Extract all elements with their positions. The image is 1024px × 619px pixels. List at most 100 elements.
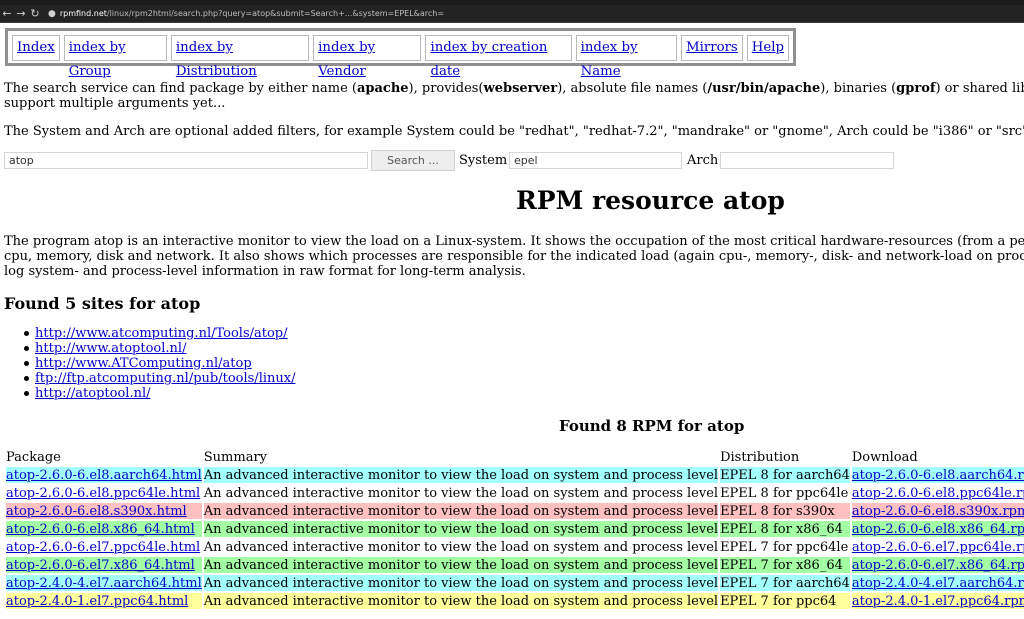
nav-link-index-by-group[interactable]: index by Group xyxy=(69,40,126,79)
summary-cell: An advanced interactive monitor to view … xyxy=(203,467,719,483)
download-cell: atop-2.6.0-6.el8.ppc64le.rpm xyxy=(851,485,1024,501)
distribution-cell: EPEL 7 for ppc64 xyxy=(720,593,850,609)
system-label: System xyxy=(459,153,508,168)
download-link[interactable]: atop-2.6.0-6.el8.x86_64.rpm xyxy=(852,522,1024,537)
package-cell: atop-2.6.0-6.el8.aarch64.html xyxy=(6,467,202,483)
system-input[interactable]: epel xyxy=(509,152,682,169)
download-link[interactable]: atop-2.6.0-6.el8.ppc64le.rpm xyxy=(852,486,1024,501)
download-cell: atop-2.4.0-1.el7.ppc64.rpm xyxy=(851,593,1024,609)
nav-link-index[interactable]: Index xyxy=(17,40,55,55)
nav-item: index by Group xyxy=(63,35,167,79)
help-example-binary: gprof xyxy=(896,81,936,96)
summary-cell: An advanced interactive monitor to view … xyxy=(203,575,719,591)
rpm-table-body: atop-2.6.0-6.el8.aarch64.html An advanced… xyxy=(6,467,1024,609)
page-title: RPM resource atop xyxy=(516,186,785,215)
nav-item: Help xyxy=(746,35,789,61)
download-link[interactable]: atop-2.4.0-1.el7.ppc64.rpm xyxy=(852,594,1024,609)
arch-input[interactable] xyxy=(720,152,894,169)
download-link[interactable]: atop-2.6.0-6.el8.s390x.rpm xyxy=(852,504,1024,519)
url-host: rpmfind.net xyxy=(59,9,107,18)
help-text-part: ), binaries ( xyxy=(820,81,897,96)
help-text-line2: support multiple arguments yet... xyxy=(4,96,226,111)
package-link[interactable]: atop-2.6.0-6.el8.aarch64.html xyxy=(6,468,202,483)
help-text-part: The search service can find package by e… xyxy=(4,81,357,96)
site-link[interactable]: http://www.atcomputing.nl/Tools/atop/ xyxy=(35,326,288,341)
distribution-cell: EPEL 8 for s390x xyxy=(720,503,850,519)
nav-link-mirrors[interactable]: Mirrors xyxy=(686,40,738,55)
rpm-table: Package Summary Distribution Download at… xyxy=(4,448,1024,611)
download-cell: atop-2.4.0-4.el7.aarch64.rpm xyxy=(851,575,1024,591)
sites-list: http://www.atcomputing.nl/Tools/atop/htt… xyxy=(0,326,295,401)
search-help-text: The search service can find package by e… xyxy=(4,81,1024,111)
site-navigation: Index index by Group index by Distribution… xyxy=(5,28,796,79)
list-item: http://www.atcomputing.nl/Tools/atop/ xyxy=(0,326,295,341)
nav-item: index by Name xyxy=(575,35,677,79)
site-link[interactable]: http://atoptool.nl/ xyxy=(35,386,150,401)
description-line: cpu, memory, disk and network. It also s… xyxy=(4,249,1024,264)
site-link[interactable]: ftp://ftp.atcomputing.nl/pub/tools/linux… xyxy=(35,371,295,386)
table-row: atop-2.6.0-6.el7.x86_64.html An advanced … xyxy=(6,557,1024,573)
distribution-cell: EPEL 7 for x86_64 xyxy=(720,557,850,573)
nav-link-index-by-name[interactable]: index by Name xyxy=(581,40,638,79)
rpm-heading: Found 8 RPM for atop xyxy=(559,417,745,435)
table-header-row: Package Summary Distribution Download xyxy=(6,450,1024,465)
nav-link-index-by-creation-date[interactable]: index by creation date xyxy=(430,40,547,79)
summary-cell: An advanced interactive monitor to view … xyxy=(203,503,719,519)
download-link[interactable]: atop-2.6.0-6.el7.x86_64.rpm xyxy=(852,558,1024,573)
package-link[interactable]: atop-2.4.0-4.el7.aarch64.html xyxy=(6,576,202,591)
package-cell: atop-2.4.0-1.el7.ppc64.html xyxy=(6,593,202,609)
list-item: http://www.ATComputing.nl/atop xyxy=(0,356,295,371)
reload-icon[interactable]: ↻ xyxy=(28,7,42,20)
summary-cell: An advanced interactive monitor to view … xyxy=(203,539,719,555)
summary-cell: An advanced interactive monitor to view … xyxy=(203,521,719,537)
help-text-part: ), absolute file names ( xyxy=(557,81,708,96)
back-arrow-icon[interactable]: ← xyxy=(0,7,14,20)
lock-icon: ● xyxy=(48,8,56,19)
nav-item: index by Distribution xyxy=(170,35,310,79)
package-link[interactable]: atop-2.6.0-6.el8.s390x.html xyxy=(6,504,187,519)
nav-link-index-by-distribution[interactable]: index by Distribution xyxy=(176,40,257,79)
help-example-provides: webserver xyxy=(483,81,558,96)
download-link[interactable]: atop-2.6.0-6.el7.ppc64le.rpm xyxy=(852,540,1024,555)
nav-list: Index index by Group index by Distribution… xyxy=(12,35,793,79)
package-link[interactable]: atop-2.6.0-6.el7.ppc64le.html xyxy=(6,540,200,555)
column-header-package: Package xyxy=(6,450,61,465)
description-line: log system- and process-level informatio… xyxy=(4,264,526,279)
table-row: atop-2.6.0-6.el8.ppc64le.html An advanced… xyxy=(6,485,1024,501)
download-cell: atop-2.6.0-6.el8.s390x.rpm xyxy=(851,503,1024,519)
distribution-cell: EPEL 7 for aarch64 xyxy=(720,575,850,591)
site-link[interactable]: http://www.atoptool.nl/ xyxy=(35,341,186,356)
address-bar[interactable]: rpmfind.net/linux/rpm2html/search.php?qu… xyxy=(60,9,444,18)
package-cell: atop-2.6.0-6.el8.ppc64le.html xyxy=(6,485,202,501)
forward-arrow-icon[interactable]: → xyxy=(14,7,28,20)
nav-item: index by creation date xyxy=(425,35,572,79)
package-link[interactable]: atop-2.6.0-6.el7.x86_64.html xyxy=(6,558,195,573)
package-cell: atop-2.6.0-6.el8.s390x.html xyxy=(6,503,202,519)
help-text-part: ) or shared libraries xyxy=(935,81,1024,96)
table-row: atop-2.6.0-6.el8.aarch64.html An advanced… xyxy=(6,467,1024,483)
table-row: atop-2.4.0-4.el7.aarch64.html An advanced… xyxy=(6,575,1024,591)
table-row: atop-2.6.0-6.el8.s390x.html An advanced i… xyxy=(6,503,1024,519)
download-link[interactable]: atop-2.4.0-4.el7.aarch64.rpm xyxy=(852,576,1024,591)
package-description: The program atop is an interactive monit… xyxy=(4,234,1024,279)
download-cell: atop-2.6.0-6.el7.x86_64.rpm xyxy=(851,557,1024,573)
search-button[interactable]: Search ... xyxy=(371,150,455,171)
list-item: http://atoptool.nl/ xyxy=(0,386,295,401)
nav-item: Mirrors xyxy=(680,35,743,61)
nav-link-index-by-vendor[interactable]: index by Vendor xyxy=(318,40,375,79)
nav-link-help[interactable]: Help xyxy=(752,40,784,55)
package-cell: atop-2.6.0-6.el7.x86_64.html xyxy=(6,557,202,573)
table-row: atop-2.6.0-6.el7.ppc64le.html An advanced… xyxy=(6,539,1024,555)
distribution-cell: EPEL 8 for aarch64 xyxy=(720,467,850,483)
package-link[interactable]: atop-2.6.0-6.el8.ppc64le.html xyxy=(6,486,200,501)
list-item: ftp://ftp.atcomputing.nl/pub/tools/linux… xyxy=(0,371,295,386)
site-link[interactable]: http://www.ATComputing.nl/atop xyxy=(35,356,252,371)
column-header-summary: Summary xyxy=(203,450,268,465)
download-cell: atop-2.6.0-6.el8.aarch64.rpm xyxy=(851,467,1024,483)
package-link[interactable]: atop-2.4.0-1.el7.ppc64.html xyxy=(6,594,188,609)
download-link[interactable]: atop-2.6.0-6.el8.aarch64.rpm xyxy=(852,468,1024,483)
package-link[interactable]: atop-2.6.0-6.el8.x86_64.html xyxy=(6,522,195,537)
search-query-input[interactable]: atop xyxy=(4,152,368,169)
package-cell: atop-2.6.0-6.el8.x86_64.html xyxy=(6,521,202,537)
distribution-cell: EPEL 8 for x86_64 xyxy=(720,521,850,537)
